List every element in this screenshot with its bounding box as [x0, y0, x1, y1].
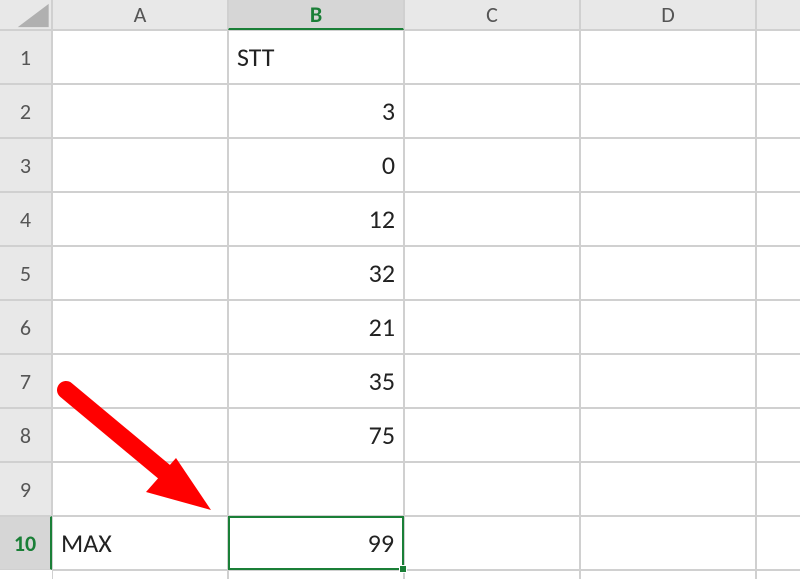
select-all-corner[interactable]	[0, 0, 52, 30]
cell-value: 21	[369, 311, 395, 343]
row-header-8[interactable]: 8	[0, 408, 52, 462]
row-header-label: 8	[20, 422, 31, 449]
cell-A4[interactable]	[52, 192, 228, 246]
cell-9[interactable]	[756, 462, 800, 516]
column-header-D[interactable]: D	[580, 0, 756, 30]
cell-B3[interactable]: 0	[228, 138, 404, 192]
cell-D7[interactable]	[580, 354, 756, 408]
cell-C3[interactable]	[404, 138, 580, 192]
cell-D[interactable]	[580, 570, 756, 579]
cell-B10[interactable]: 99	[228, 516, 404, 570]
row-header-label: 1	[20, 44, 31, 71]
cell-D5[interactable]	[580, 246, 756, 300]
cell-C5[interactable]	[404, 246, 580, 300]
cell-A3[interactable]	[52, 138, 228, 192]
row-header-label: 7	[20, 368, 31, 395]
row-header-label: 4	[20, 206, 31, 233]
cell-A1[interactable]	[52, 30, 228, 84]
select-all-triangle-icon	[0, 0, 51, 29]
cell-C6[interactable]	[404, 300, 580, 354]
cell-value: 3	[382, 95, 395, 127]
cell-5[interactable]	[756, 246, 800, 300]
cell-A5[interactable]	[52, 246, 228, 300]
cell-6[interactable]	[756, 300, 800, 354]
cell-D3[interactable]	[580, 138, 756, 192]
cell-D1[interactable]	[580, 30, 756, 84]
cell-7[interactable]	[756, 354, 800, 408]
cell-8[interactable]	[756, 408, 800, 462]
cell-D10[interactable]	[580, 516, 756, 570]
row-header-10[interactable]: 10	[0, 516, 52, 570]
row-header-label: 3	[20, 152, 31, 179]
cell-D4[interactable]	[580, 192, 756, 246]
column-header-label: B	[310, 1, 322, 28]
column-header-C[interactable]: C	[404, 0, 580, 30]
cell-B5[interactable]: 32	[228, 246, 404, 300]
column-header-B[interactable]: B	[228, 0, 404, 30]
cell-D9[interactable]	[580, 462, 756, 516]
cell-C2[interactable]	[404, 84, 580, 138]
row-header-label: 9	[20, 476, 31, 503]
row-header-1[interactable]: 1	[0, 30, 52, 84]
cell-B2[interactable]: 3	[228, 84, 404, 138]
cell-C7[interactable]	[404, 354, 580, 408]
cell-D8[interactable]	[580, 408, 756, 462]
column-header-label: A	[134, 1, 147, 28]
row-header-label: 10	[14, 530, 36, 557]
cell-B9[interactable]	[228, 462, 404, 516]
cell-value: 35	[369, 365, 395, 397]
cell-2[interactable]	[756, 84, 800, 138]
column-header-label: D	[661, 1, 675, 28]
row-header-4[interactable]: 4	[0, 192, 52, 246]
cell-3[interactable]	[756, 138, 800, 192]
row-header-7[interactable]: 7	[0, 354, 52, 408]
cell-4[interactable]	[756, 192, 800, 246]
row-header-label: 6	[20, 314, 31, 341]
cell-value: 75	[369, 419, 395, 451]
annotation-arrow-icon	[46, 370, 236, 530]
column-header-overflow[interactable]	[756, 0, 800, 30]
cell-B1[interactable]: STT	[228, 30, 404, 84]
cell-C8[interactable]	[404, 408, 580, 462]
cell-C[interactable]	[404, 570, 580, 579]
cell-B7[interactable]: 35	[228, 354, 404, 408]
cell-A[interactable]	[52, 570, 228, 579]
cell-value: 0	[382, 149, 395, 181]
cell-value: STT	[237, 41, 274, 73]
column-header-A[interactable]: A	[52, 0, 228, 30]
cell-C4[interactable]	[404, 192, 580, 246]
column-header-label: C	[486, 1, 498, 28]
spreadsheet-grid[interactable]: ABCD 12345678910 STT301232213575MAX99	[0, 0, 800, 579]
cell-D6[interactable]	[580, 300, 756, 354]
cell-overflow[interactable]	[756, 570, 800, 579]
cell-C9[interactable]	[404, 462, 580, 516]
cell-D2[interactable]	[580, 84, 756, 138]
cell-A6[interactable]	[52, 300, 228, 354]
fill-handle[interactable]	[399, 565, 407, 573]
cell-B8[interactable]: 75	[228, 408, 404, 462]
row-header-6[interactable]: 6	[0, 300, 52, 354]
row-header-3[interactable]: 3	[0, 138, 52, 192]
row-header-2[interactable]: 2	[0, 84, 52, 138]
row-header-label: 2	[20, 98, 31, 125]
cell-value: 99	[368, 527, 394, 559]
cell-value: MAX	[61, 527, 112, 559]
cell-C1[interactable]	[404, 30, 580, 84]
row-header-5[interactable]: 5	[0, 246, 52, 300]
cell-1[interactable]	[756, 30, 800, 84]
cell-B6[interactable]: 21	[228, 300, 404, 354]
cell-B[interactable]	[228, 570, 404, 579]
row-header-label: 5	[20, 260, 31, 287]
cell-B4[interactable]: 12	[228, 192, 404, 246]
cell-10[interactable]	[756, 516, 800, 570]
cell-value: 12	[369, 203, 395, 235]
row-header-9[interactable]: 9	[0, 462, 52, 516]
cell-value: 32	[369, 257, 395, 289]
cell-C10[interactable]	[404, 516, 580, 570]
cell-A2[interactable]	[52, 84, 228, 138]
